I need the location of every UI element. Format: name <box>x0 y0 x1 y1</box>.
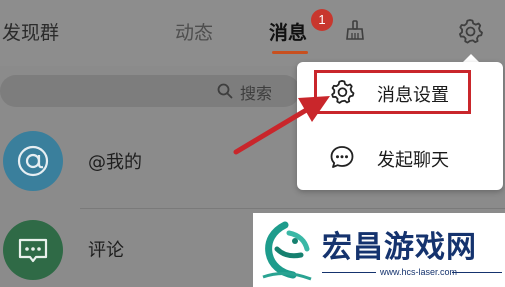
tab-discover-groups[interactable]: 发现群 <box>2 18 59 45</box>
at-icon <box>17 145 49 177</box>
watermark-title: 宏昌游戏网 <box>322 230 477 265</box>
watermark-url: www.hcs-laser.com <box>380 267 458 277</box>
tab-messages[interactable]: 消息 <box>269 18 307 45</box>
watermark-logo-icon <box>262 221 312 281</box>
list-item-comments[interactable]: 评论 <box>88 236 124 262</box>
divider <box>80 208 505 209</box>
unread-badge: 1 <box>311 9 333 31</box>
top-bar <box>0 0 505 66</box>
start-chat-label: 发起聊天 <box>377 150 449 171</box>
list-item-at-me[interactable]: @我的 <box>88 148 142 174</box>
comment-icon <box>18 238 48 263</box>
active-tab-indicator <box>272 51 308 54</box>
page: 发现群 动态 消息 1 搜索 @我的 评论 消息设置 发起聊天 宏昌游戏网 ww… <box>0 0 505 287</box>
watermark-rule-left <box>322 272 376 273</box>
tab-dynamic[interactable]: 动态 <box>175 18 213 45</box>
broom-icon[interactable] <box>344 19 366 41</box>
settings-gear-icon[interactable] <box>456 17 484 45</box>
watermark-rule-right <box>452 272 502 273</box>
red-arrow-annotation <box>233 96 330 155</box>
comment-avatar[interactable] <box>3 220 63 280</box>
